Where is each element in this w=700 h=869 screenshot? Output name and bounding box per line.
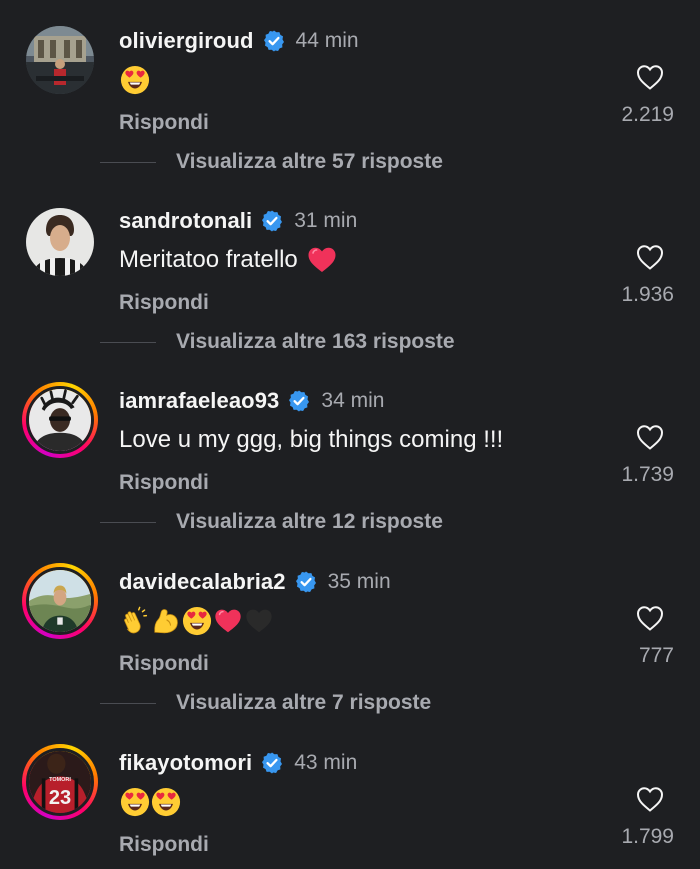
comment-time: 31 min <box>294 209 358 232</box>
comment-header: oliviergiroud 44 min <box>119 26 359 56</box>
reply-button[interactable]: Rispondi <box>119 833 209 857</box>
reply-button[interactable]: Rispondi <box>119 471 209 495</box>
comment-time: 35 min <box>327 570 391 593</box>
view-more-replies[interactable]: Visualizza altre 12 risposte <box>100 507 443 537</box>
avatar-photo <box>26 208 94 276</box>
like-heart-icon[interactable] <box>636 605 664 631</box>
avatar-story-ring[interactable]: TOMORI 23 <box>22 744 98 820</box>
heart-eyes-emoji-icon <box>182 606 212 636</box>
view-more-replies-label[interactable]: Visualizza altre 12 risposte <box>176 510 443 534</box>
red-heart-emoji-icon <box>213 606 243 636</box>
comment-text <box>119 605 274 637</box>
view-more-replies-label[interactable]: Visualizza altre 163 risposte <box>176 330 455 354</box>
jersey-name: TOMORI <box>49 777 71 783</box>
avatar-story-ring[interactable] <box>22 382 98 458</box>
comment-header: sandrotonali 31 min <box>119 206 357 236</box>
avatar-photo: TOMORI 23 <box>29 751 91 813</box>
divider-line <box>100 341 156 343</box>
username[interactable]: iamrafaeleao93 <box>119 388 279 414</box>
username[interactable]: oliviergiroud <box>119 28 254 54</box>
divider-line <box>100 161 156 163</box>
view-more-replies-label[interactable]: Visualizza altre 57 risposte <box>176 150 443 174</box>
verified-badge-icon <box>260 209 284 233</box>
like-count: 777 <box>638 644 674 667</box>
like-heart-icon[interactable] <box>636 244 664 270</box>
view-more-replies[interactable]: Visualizza altre 163 risposte <box>100 327 455 357</box>
comment-header: fikayotomori 43 min <box>119 748 357 778</box>
comment-item: iamrafaeleao93 34 min Love u my ggg, big… <box>0 382 700 533</box>
comment-header: iamrafaeleao93 34 min <box>119 386 384 416</box>
like-heart-icon[interactable] <box>636 424 664 450</box>
reply-button[interactable]: Rispondi <box>119 111 209 135</box>
verified-badge-icon <box>260 751 284 775</box>
heart-eyes-emoji-icon <box>120 787 150 817</box>
comment-text-content: Meritatoo fratello <box>119 246 298 273</box>
view-more-replies[interactable]: Visualizza altre 7 risposte <box>100 688 431 718</box>
clapping-hands-emoji-icon <box>120 606 150 636</box>
comment-text <box>119 786 181 818</box>
comment-time: 34 min <box>321 389 385 412</box>
reply-button[interactable]: Rispondi <box>119 291 209 315</box>
verified-badge-icon <box>294 570 318 594</box>
comment-header: davidecalabria2 35 min <box>119 567 391 597</box>
heart-eyes-emoji-icon <box>151 787 181 817</box>
black-heart-emoji-icon <box>244 606 274 636</box>
comment-item: davidecalabria2 35 min Rispondi 777 Visu… <box>0 563 700 714</box>
comment-text: Love u my ggg, big things coming !!! <box>119 424 503 456</box>
avatar[interactable] <box>26 208 94 276</box>
like-count: 1.799 <box>621 825 674 848</box>
flexed-biceps-emoji-icon <box>151 606 181 636</box>
like-heart-icon[interactable] <box>636 786 664 812</box>
comment-item: TOMORI 23 fikayotomori 43 min Rispondi 1… <box>0 744 700 869</box>
avatar-photo <box>29 570 91 632</box>
avatar[interactable] <box>26 26 94 94</box>
comment-time: 44 min <box>295 29 359 52</box>
like-count: 1.739 <box>621 463 674 486</box>
avatar-story-ring[interactable] <box>22 563 98 639</box>
divider-line <box>100 521 156 523</box>
username[interactable]: davidecalabria2 <box>119 569 286 595</box>
like-count: 1.936 <box>621 283 674 306</box>
comment-text-content: Love u my ggg, big things coming !!! <box>119 426 504 453</box>
comment-item: oliviergiroud 44 min Rispondi 2.219 Visu… <box>0 26 700 173</box>
username[interactable]: fikayotomori <box>119 750 252 776</box>
avatar <box>26 567 94 635</box>
like-heart-icon[interactable] <box>636 64 664 90</box>
avatar-photo <box>29 389 91 451</box>
comment-time: 43 min <box>294 751 358 774</box>
view-more-replies-label[interactable]: Visualizza altre 7 risposte <box>176 691 431 715</box>
avatar <box>26 386 94 454</box>
username[interactable]: sandrotonali <box>119 208 252 234</box>
verified-badge-icon <box>287 389 311 413</box>
heart-eyes-emoji-icon <box>120 65 150 95</box>
verified-badge-icon <box>262 29 286 53</box>
like-count: 2.219 <box>621 103 674 126</box>
red-heart-emoji-icon <box>306 244 338 276</box>
divider-line <box>100 702 156 704</box>
avatar-photo <box>26 26 94 94</box>
avatar: TOMORI 23 <box>26 748 94 816</box>
comment-text <box>119 64 150 96</box>
comment-text: Meritatoo fratello <box>119 244 338 276</box>
comment-item: sandrotonali 31 min Meritatoo fratello R… <box>0 206 700 353</box>
reply-button[interactable]: Rispondi <box>119 652 209 676</box>
view-more-replies[interactable]: Visualizza altre 57 risposte <box>100 147 443 177</box>
jersey-number: 23 <box>49 787 71 809</box>
